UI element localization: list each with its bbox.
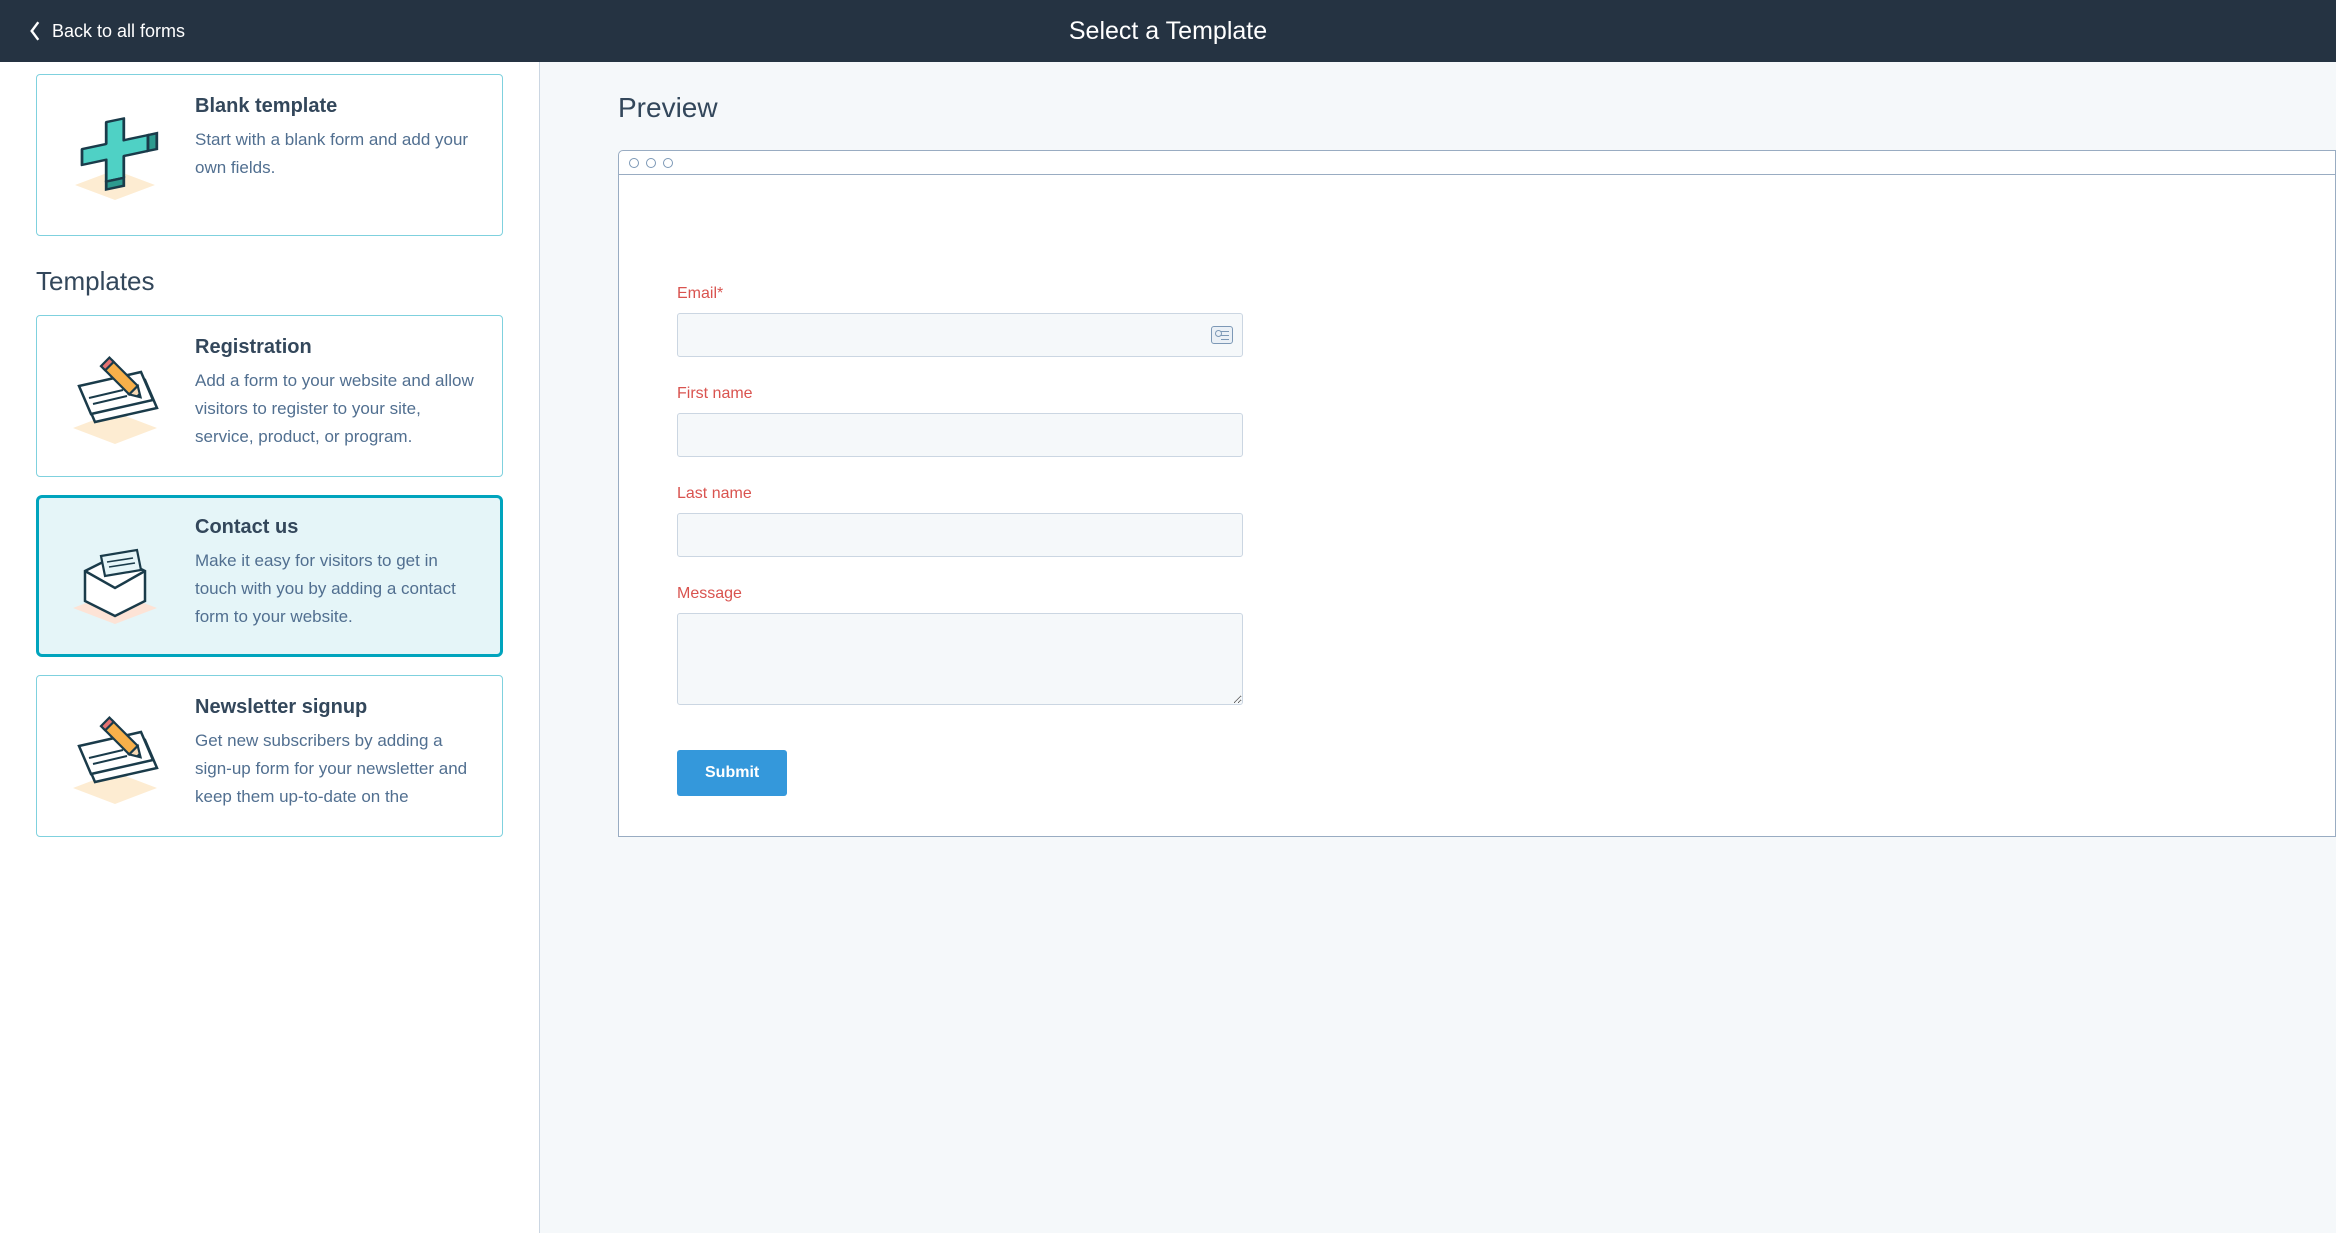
template-card-newsletter-signup[interactable]: Newsletter signup Get new subscribers by…: [36, 675, 503, 837]
browser-dot-icon: [663, 158, 673, 168]
email-field[interactable]: [677, 313, 1243, 357]
template-card-blank[interactable]: Blank template Start with a blank form a…: [36, 74, 503, 236]
chevron-left-icon: [28, 20, 42, 42]
template-card-contact-us[interactable]: Contact us Make it easy for visitors to …: [36, 495, 503, 657]
form-group-last-name: Last name: [677, 485, 2277, 557]
plus-isometric-icon: [55, 95, 175, 215]
email-label: Email*: [677, 285, 2277, 303]
last-name-label: Last name: [677, 485, 2277, 503]
template-card-registration[interactable]: Registration Add a form to your website …: [36, 315, 503, 477]
pencil-paper-icon: [55, 336, 175, 456]
card-description: Make it easy for visitors to get in touc…: [195, 547, 484, 631]
form-group-message: Message: [677, 585, 2277, 710]
preview-panel: Preview Email* First name: [540, 62, 2336, 1233]
message-label: Message: [677, 585, 2277, 603]
header-bar: Back to all forms Select a Template: [0, 0, 2336, 62]
card-title: Registration: [195, 336, 484, 359]
message-field[interactable]: [677, 613, 1243, 705]
browser-dot-icon: [629, 158, 639, 168]
template-sidebar: Blank template Start with a blank form a…: [0, 62, 540, 1233]
preview-browser-frame: Email* First name Last name Message: [618, 150, 2336, 837]
first-name-field[interactable]: [677, 413, 1243, 457]
page-title: Select a Template: [1069, 17, 1267, 46]
card-description: Add a form to your website and allow vis…: [195, 367, 484, 451]
preview-heading: Preview: [618, 92, 2336, 124]
browser-dot-icon: [646, 158, 656, 168]
pencil-paper-icon: [55, 696, 175, 816]
contact-card-icon: [1211, 326, 1233, 344]
form-group-first-name: First name: [677, 385, 2277, 457]
back-to-all-forms-link[interactable]: Back to all forms: [0, 20, 185, 42]
last-name-field[interactable]: [677, 513, 1243, 557]
envelope-icon: [55, 516, 175, 636]
card-title: Contact us: [195, 516, 484, 539]
submit-button[interactable]: Submit: [677, 750, 787, 796]
first-name-label: First name: [677, 385, 2277, 403]
card-title: Blank template: [195, 95, 484, 118]
form-group-email: Email*: [677, 285, 2277, 357]
browser-chrome-bar: [619, 151, 2335, 175]
card-description: Start with a blank form and add your own…: [195, 126, 484, 182]
templates-heading: Templates: [36, 266, 503, 297]
back-link-label: Back to all forms: [52, 21, 185, 42]
card-description: Get new subscribers by adding a sign-up …: [195, 727, 484, 811]
card-title: Newsletter signup: [195, 696, 484, 719]
